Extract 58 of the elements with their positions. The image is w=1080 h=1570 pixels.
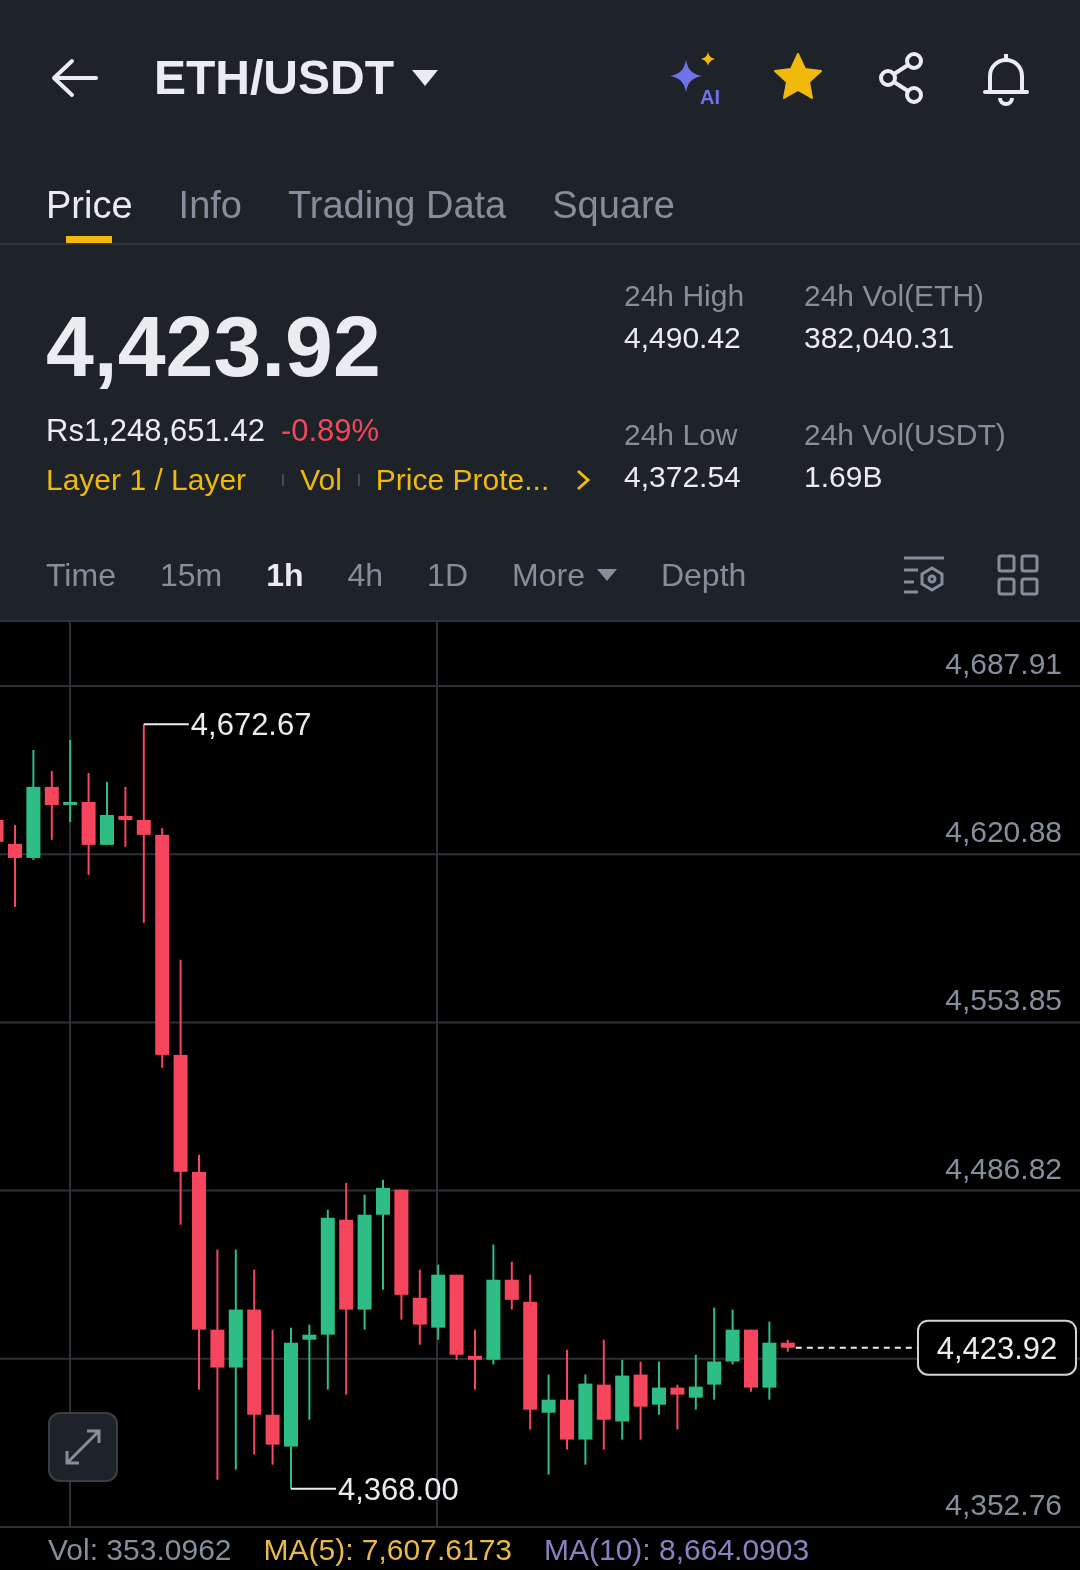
candlestick [688,1354,703,1410]
caret-icon[interactable] [412,69,438,86]
tag-link[interactable]: Vol [300,463,342,497]
interval-tab[interactable]: 15m [159,556,223,594]
candlestick [0,820,4,842]
stat-value: 4,372.54 [624,459,742,494]
tag-link[interactable]: Layer 1 / Layer [46,463,247,497]
tab[interactable]: Trading Data [287,155,507,243]
fiat-price: Rs1,248,651.42 [46,413,265,449]
fullscreen-button[interactable] [48,1412,118,1482]
stat-label: 24h Low [624,417,739,452]
more-dropdown[interactable]: More [512,556,617,594]
axis-label: 4,620.88 [945,815,1062,849]
indicator-value: Vol: 353.0962 [48,1533,232,1567]
candlestick [670,1384,685,1430]
tab[interactable]: Info [178,155,242,243]
stat-label: 24h Vol(USDT) [804,417,1007,452]
leader-line [290,1487,337,1490]
candlestick [504,1261,519,1310]
grid-icon[interactable] [996,554,1040,596]
candlestick [652,1361,666,1415]
last-price-tag: 4,423.92 [917,1319,1077,1376]
stat-value: 382,040.31 [804,321,956,355]
candlestick [725,1309,740,1365]
stat-label: 24h Vol(ETH) [804,279,986,313]
back-arrow-icon[interactable] [50,57,98,98]
candlestick [468,1329,482,1390]
interval-tab[interactable]: Time [46,556,116,594]
tab[interactable]: Square [552,155,675,243]
pair-title[interactable]: ETH/USDT [154,50,394,105]
candlestick [744,1329,758,1392]
leader-line [142,723,190,726]
axis-label: 4,486.82 [945,1151,1062,1185]
candlestick [780,1339,795,1352]
indicator-value: MA(5): 7,607.6173 [263,1533,512,1567]
candlestick [100,781,114,845]
indicator-value: MA(10): 8,664.0903 [544,1533,810,1567]
stat-label: 24h High [624,279,746,313]
price-marker: 4,368.00 [338,1471,459,1507]
caret-icon [596,569,617,581]
axis-label: 4,553.85 [945,983,1062,1017]
interval-tab[interactable]: 1h [266,556,304,594]
last-price: 4,423.92 [46,303,382,389]
price-change: -0.89% [280,413,380,449]
axis-label: 4,687.91 [945,647,1062,680]
candlestick [118,786,133,847]
chevron-right-icon[interactable] [575,468,592,492]
stat-value: 4,490.42 [624,321,742,355]
candlestick [44,771,59,840]
price-marker: 4,672.67 [190,707,312,743]
indicator-settings-icon[interactable] [902,554,946,596]
stat-value: 1.69B [804,459,884,494]
interval-tab[interactable]: 1D [427,556,468,594]
tag-link[interactable]: Price Prote... [375,463,550,497]
interval-tab[interactable]: 4h [347,556,384,594]
axis-label: 4,352.76 [945,1488,1062,1521]
tab[interactable]: Price [46,155,133,243]
interval-tab[interactable]: Depth [660,556,747,594]
